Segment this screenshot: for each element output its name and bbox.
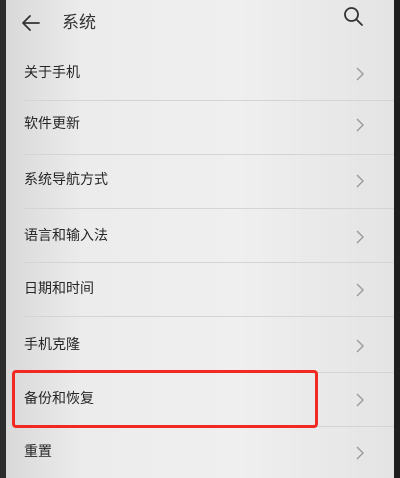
menu-item-label: 软件更新 xyxy=(24,116,80,132)
menu-item-language-input[interactable]: 语言和输入法 xyxy=(6,209,394,265)
menu-item-label: 语言和输入法 xyxy=(24,228,108,244)
chevron-right-icon xyxy=(356,283,364,297)
menu-item-label: 重置 xyxy=(24,444,52,460)
highlight-box xyxy=(12,370,318,428)
back-arrow-icon[interactable] xyxy=(20,12,42,34)
app-bar: 系统 xyxy=(6,0,394,50)
menu-item-label: 手机克隆 xyxy=(24,337,80,353)
page-title: 系统 xyxy=(62,13,96,33)
menu-item-reset[interactable]: 重置 xyxy=(6,425,394,478)
menu-item-date-time[interactable]: 日期和时间 xyxy=(6,262,394,318)
menu-item-navigation-mode[interactable]: 系统导航方式 xyxy=(6,153,394,209)
chevron-right-icon xyxy=(356,230,364,244)
settings-screen: 系统 关于手机 软件更新 系统导航方式 语言和输入法 日期和时间 手机克隆 备份… xyxy=(6,0,394,478)
chevron-right-icon xyxy=(356,393,364,407)
menu-item-software-update[interactable]: 软件更新 xyxy=(6,97,394,153)
chevron-right-icon xyxy=(356,174,364,188)
device-bezel xyxy=(394,0,400,478)
menu-item-phone-clone[interactable]: 手机克隆 xyxy=(6,318,394,374)
divider xyxy=(24,316,394,317)
menu-item-label: 日期和时间 xyxy=(24,281,94,297)
menu-item-label: 关于手机 xyxy=(24,65,80,81)
search-icon[interactable] xyxy=(342,5,364,27)
chevron-right-icon xyxy=(356,67,364,81)
chevron-right-icon xyxy=(356,446,364,460)
menu-item-label: 系统导航方式 xyxy=(24,172,108,188)
menu-item-about-phone[interactable]: 关于手机 xyxy=(6,46,394,102)
chevron-right-icon xyxy=(356,118,364,132)
chevron-right-icon xyxy=(356,339,364,353)
